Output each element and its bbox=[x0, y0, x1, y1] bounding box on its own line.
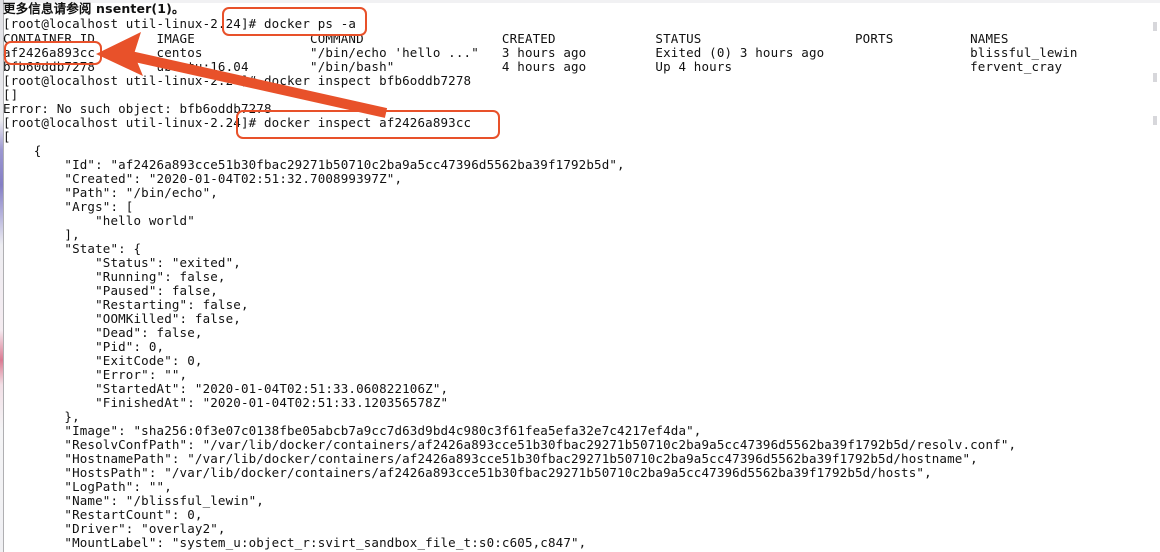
terminal-line: "Dead": false, bbox=[3, 325, 203, 340]
terminal-line: "ResolvConfPath": "/var/lib/docker/conta… bbox=[3, 437, 1017, 452]
terminal-line: "LogPath": "", bbox=[3, 479, 172, 494]
terminal-line: "Id": "af2426a893cce51b30fbac29271b50710… bbox=[3, 157, 625, 172]
terminal-line: "MountLabel": "system_u:object_r:svirt_s… bbox=[3, 535, 587, 550]
terminal-line: { bbox=[3, 143, 42, 158]
terminal-line: "Name": "/blissful_lewin", bbox=[3, 493, 264, 508]
terminal-line: Error: No such object: bfb6oddb7278 bbox=[3, 101, 272, 116]
terminal-line: bfb60ddb7278 ubuntu:16.04 "/bin/bash" 4 … bbox=[3, 59, 1063, 74]
terminal-line: [] bbox=[3, 87, 19, 102]
terminal-line: "OOMKilled": false, bbox=[3, 311, 241, 326]
annotation-box-docker-inspect bbox=[236, 110, 500, 139]
terminal-line: "State": { bbox=[3, 241, 142, 256]
terminal-line: af2426a893cc centos "/bin/echo 'hello ..… bbox=[3, 45, 1078, 60]
terminal-line: "HostnamePath": "/var/lib/docker/contain… bbox=[3, 451, 978, 466]
terminal-line: "ExitCode": 0, bbox=[3, 353, 203, 368]
terminal-line: [root@localhost util-linux-2.24]# docker… bbox=[3, 73, 472, 88]
annotation-box-docker-ps bbox=[222, 7, 367, 36]
annotation-box-container-id bbox=[4, 41, 102, 65]
terminal-line: "Image": "sha256:0f3e07c0138fbe05abcb7a9… bbox=[3, 423, 702, 438]
terminal-line: "hello world" bbox=[3, 213, 195, 228]
terminal-line: "Args": [ bbox=[3, 199, 134, 214]
terminal-line: "FinishedAt": "2020-01-04T02:51:33.12035… bbox=[3, 395, 449, 410]
terminal-line: "RestartCount": 0, bbox=[3, 507, 203, 522]
terminal-line: [ bbox=[3, 129, 11, 144]
terminal-line: "Status": "exited", bbox=[3, 255, 241, 270]
terminal-screenshot: 更多信息请参阅 nsenter(1)。 [root@localhost util… bbox=[0, 0, 1160, 552]
terminal-line: "HostsPath": "/var/lib/docker/containers… bbox=[3, 465, 932, 480]
terminal-line: 更多信息请参阅 nsenter(1)。 bbox=[3, 1, 185, 16]
terminal-line: "StartedAt": "2020-01-04T02:51:33.060822… bbox=[3, 381, 449, 396]
terminal-line: "Driver": "overlay2", bbox=[3, 521, 226, 536]
terminal-line: "Restarting": false, bbox=[3, 297, 249, 312]
terminal-line: "Created": "2020-01-04T02:51:32.70089939… bbox=[3, 171, 403, 186]
terminal-line: "Running": false, bbox=[3, 269, 226, 284]
terminal-line: "Pid": 0, bbox=[3, 339, 165, 354]
terminal-line: }, bbox=[3, 409, 80, 424]
terminal-line: "Paused": false, bbox=[3, 283, 218, 298]
terminal-output[interactable]: 更多信息请参阅 nsenter(1)。 [root@localhost util… bbox=[0, 0, 1160, 552]
terminal-line: CONTAINER ID IMAGE COMMAND CREATED STATU… bbox=[3, 31, 1009, 46]
terminal-line: ], bbox=[3, 227, 80, 242]
terminal-line: "Path": "/bin/echo", bbox=[3, 185, 218, 200]
terminal-line: "Error": "", bbox=[3, 367, 188, 382]
